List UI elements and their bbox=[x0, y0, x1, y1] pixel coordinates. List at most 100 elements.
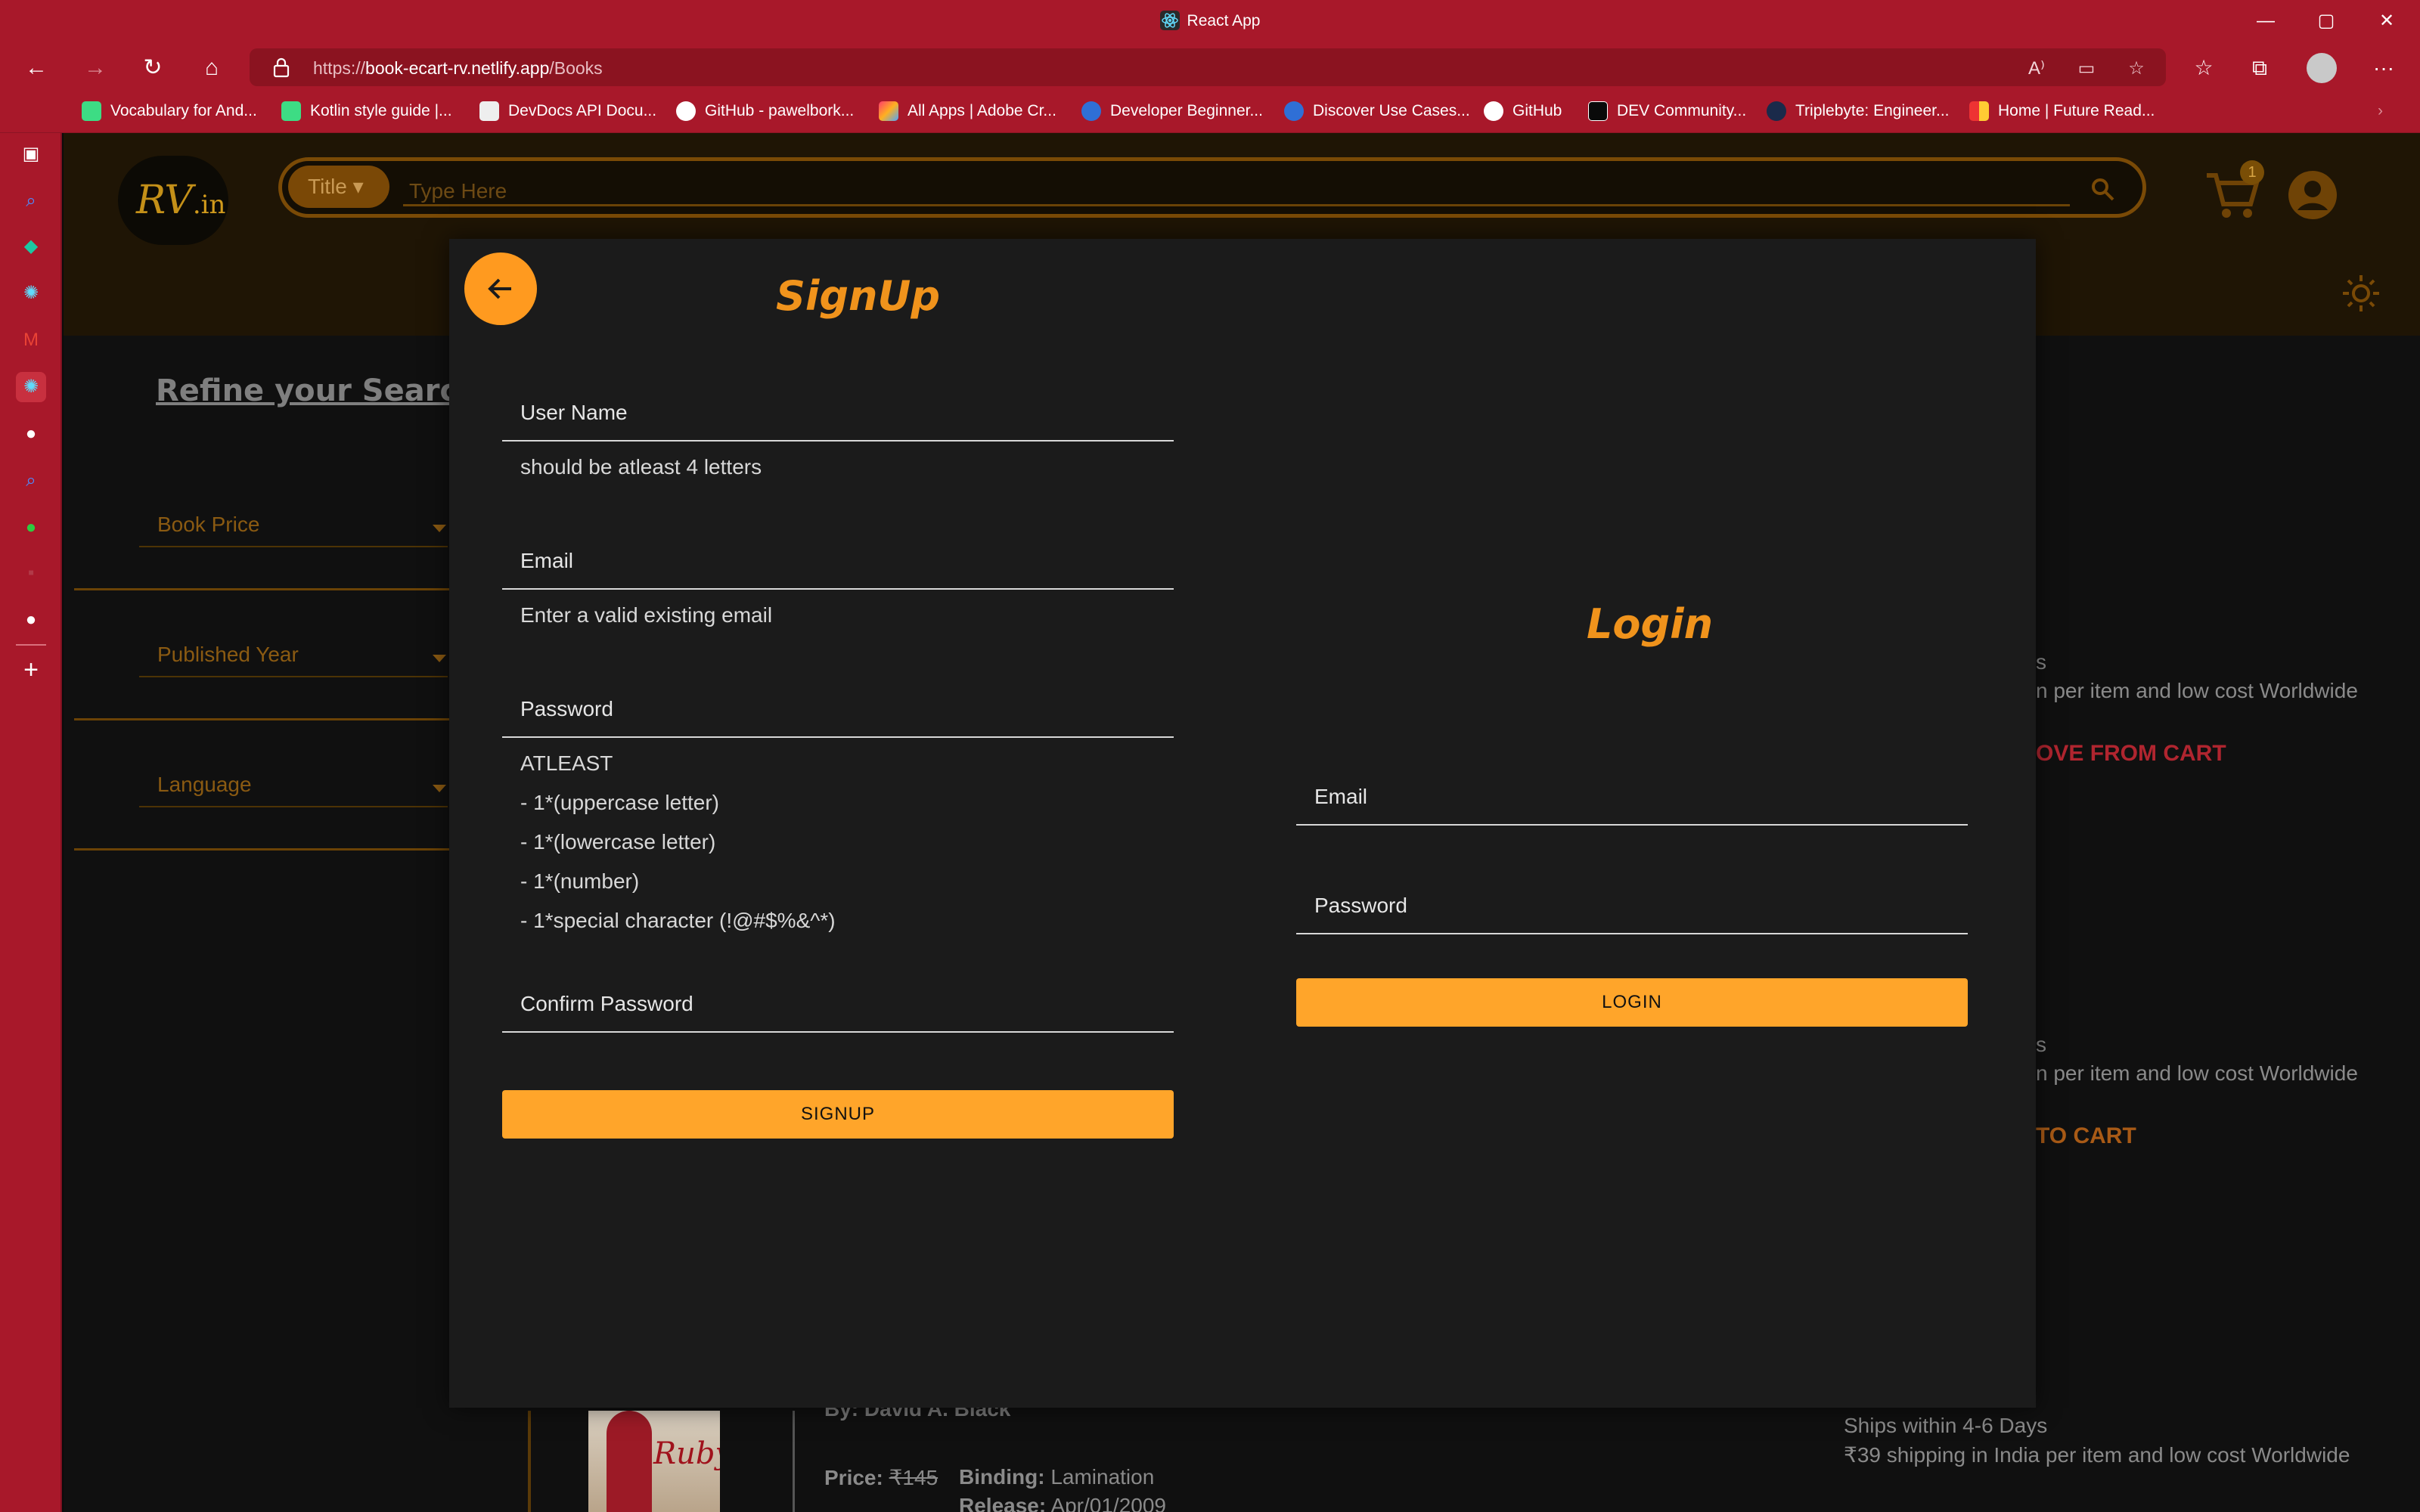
extension-icon[interactable]: ▪ bbox=[16, 558, 46, 588]
filter-book-price[interactable]: Book Price bbox=[139, 502, 448, 547]
password-rule: - 1*(uppercase letter) bbox=[520, 791, 720, 814]
github-icon[interactable]: ● bbox=[16, 605, 46, 635]
shipping-fragment: n per item and low cost Worldwide bbox=[2036, 1061, 2358, 1085]
close-window-icon[interactable]: ✕ bbox=[2364, 6, 2409, 36]
adobe-icon bbox=[879, 101, 898, 121]
filter-language[interactable]: Language bbox=[139, 762, 448, 807]
navigation-bar: ← → ↻ ⌂ https://book-ecart-rv.netlify.ap… bbox=[0, 44, 2420, 91]
sidebar-divider bbox=[16, 644, 46, 646]
address-bar[interactable]: https://book-ecart-rv.netlify.app/Books … bbox=[250, 48, 2166, 86]
read-aloud-icon[interactable]: A⁾ bbox=[2025, 57, 2048, 80]
bookmarks-overflow-icon[interactable]: › bbox=[2378, 100, 2383, 122]
github-icon[interactable]: ● bbox=[16, 419, 46, 449]
bookmark-item[interactable]: Kotlin style guide |... bbox=[281, 100, 452, 122]
lock-icon bbox=[273, 57, 290, 78]
book-price: Price: ₹145 bbox=[824, 1466, 939, 1489]
login-email-field[interactable]: Email bbox=[1296, 764, 1968, 826]
signup-button[interactable]: SIGNUP bbox=[502, 1090, 1174, 1139]
bookmark-item[interactable]: Developer Beginner... bbox=[1081, 100, 1263, 122]
card-border bbox=[528, 1411, 531, 1512]
login-button[interactable]: LOGIN bbox=[1296, 978, 1968, 1027]
bookmark-item[interactable]: DEV Community... bbox=[1588, 100, 1746, 122]
signup-username-field[interactable]: User Name bbox=[502, 380, 1174, 442]
cover-divider bbox=[793, 1411, 795, 1512]
bookmark-item[interactable]: DevDocs API Docu... bbox=[479, 100, 656, 122]
login-password-field[interactable]: Password bbox=[1296, 872, 1968, 934]
grammarly-icon[interactable]: ● bbox=[16, 513, 46, 543]
back-button[interactable] bbox=[464, 253, 537, 325]
signup-password-field[interactable]: Password bbox=[502, 676, 1174, 738]
search-icon[interactable]: ⌕ bbox=[16, 466, 46, 496]
bookmark-item[interactable]: GitHub - pawelbork... bbox=[676, 100, 854, 122]
bookmark-item[interactable]: GitHub bbox=[1484, 100, 1562, 122]
more-menu-icon[interactable]: ··· bbox=[2367, 51, 2400, 85]
book-binding: Binding: Lamination bbox=[959, 1465, 1155, 1489]
devdocs-icon bbox=[479, 101, 499, 121]
window-title-wrap: React App bbox=[0, 11, 2420, 30]
favorites-icon[interactable]: ☆ bbox=[2187, 51, 2220, 85]
signup-email-field[interactable]: Email bbox=[502, 528, 1174, 590]
cover-figure bbox=[607, 1411, 652, 1512]
bookmark-item[interactable]: Triplebyte: Engineer... bbox=[1767, 100, 1950, 122]
tab-actions-icon[interactable]: ▣ bbox=[16, 139, 46, 169]
book-cover-image[interactable]: Rubyist bbox=[588, 1411, 720, 1512]
password-rule: - 1*(lowercase letter) bbox=[520, 830, 716, 854]
dropdown-arrow-icon bbox=[433, 655, 446, 662]
cart-button[interactable]: 1 bbox=[2204, 160, 2264, 221]
bookmark-item[interactable]: All Apps | Adobe Cr... bbox=[879, 100, 1056, 122]
filter-published-year[interactable]: Published Year bbox=[139, 632, 448, 677]
profile-avatar[interactable] bbox=[2307, 53, 2337, 83]
bookmarks-bar: Vocabulary for And... Kotlin style guide… bbox=[0, 91, 2420, 133]
add-to-cart-button[interactable]: TO CART bbox=[2036, 1123, 2136, 1149]
diamond-icon[interactable]: ◆ bbox=[16, 231, 46, 262]
ships-within: Ships within 4-6 Days bbox=[1844, 1414, 2048, 1437]
filter-divider bbox=[74, 718, 498, 720]
filter-divider bbox=[74, 848, 498, 850]
site-logo[interactable]: RV.in bbox=[118, 156, 228, 245]
search-icon[interactable] bbox=[2090, 176, 2115, 202]
cover-title: Rubyist bbox=[653, 1436, 720, 1471]
search-bar: Title ▾ Type Here bbox=[278, 157, 2146, 218]
search-icon[interactable]: ⌕ bbox=[16, 186, 46, 216]
password-rules: ATLEAST - 1*(uppercase letter) - 1*(lowe… bbox=[520, 744, 836, 940]
filter-divider bbox=[74, 588, 498, 590]
dev-icon bbox=[1588, 101, 1608, 121]
collections-icon[interactable]: ⧉ bbox=[2243, 51, 2276, 85]
bookmark-item[interactable]: Vocabulary for And... bbox=[82, 100, 257, 122]
android-icon bbox=[281, 101, 301, 121]
shipping-info: ₹39 shipping in India per item and low c… bbox=[1844, 1443, 2350, 1467]
forward-icon[interactable]: → bbox=[79, 51, 112, 85]
dropdown-arrow-icon bbox=[433, 785, 446, 792]
gmail-icon[interactable]: M bbox=[16, 325, 46, 355]
refresh-icon[interactable]: ↻ bbox=[136, 51, 169, 85]
remove-from-cart-button[interactable]: OVE FROM CART bbox=[2036, 741, 2226, 767]
arrow-left-icon bbox=[488, 278, 511, 299]
android-icon bbox=[82, 101, 101, 121]
react-icon[interactable]: ✺ bbox=[16, 372, 46, 402]
account-icon[interactable] bbox=[2287, 169, 2338, 221]
window-title: React App bbox=[1187, 12, 1261, 29]
dropdown-arrow-icon bbox=[433, 525, 446, 532]
search-type-select[interactable]: Title ▾ bbox=[288, 166, 389, 208]
bookmark-item[interactable]: Discover Use Cases... bbox=[1284, 100, 1470, 122]
theme-toggle-icon[interactable] bbox=[2341, 274, 2381, 313]
maximize-icon[interactable]: ▢ bbox=[2304, 6, 2349, 36]
react-icon[interactable]: ✺ bbox=[16, 278, 46, 308]
future-reader-icon bbox=[1969, 101, 1989, 121]
minimize-icon[interactable]: — bbox=[2243, 6, 2288, 36]
title-bar: React App — ▢ ✕ bbox=[0, 0, 2420, 44]
search-input[interactable]: Type Here bbox=[409, 179, 507, 203]
back-icon[interactable]: ← bbox=[20, 51, 53, 85]
browser-sidebar: ▣ ⌕ ◆ ✺ M ✺ ● ⌕ ● ▪ ● + bbox=[0, 133, 62, 1512]
bookmark-item[interactable]: Home | Future Read... bbox=[1969, 100, 2155, 122]
shipping-fragment: s bbox=[2036, 1033, 2046, 1056]
password-rule: ATLEAST bbox=[520, 751, 613, 775]
add-icon[interactable]: + bbox=[16, 655, 46, 685]
password-rule: - 1*special character (!@#$%&^*) bbox=[520, 909, 836, 932]
login-title: Login bbox=[1587, 600, 1714, 648]
add-favorite-icon[interactable]: ☆ bbox=[2125, 57, 2148, 80]
immersive-reader-icon[interactable]: ▭ bbox=[2075, 57, 2098, 80]
home-icon[interactable]: ⌂ bbox=[195, 51, 228, 85]
signup-confirm-password-field[interactable]: Confirm Password bbox=[502, 971, 1174, 1033]
cart-count-badge: 1 bbox=[2240, 160, 2264, 184]
